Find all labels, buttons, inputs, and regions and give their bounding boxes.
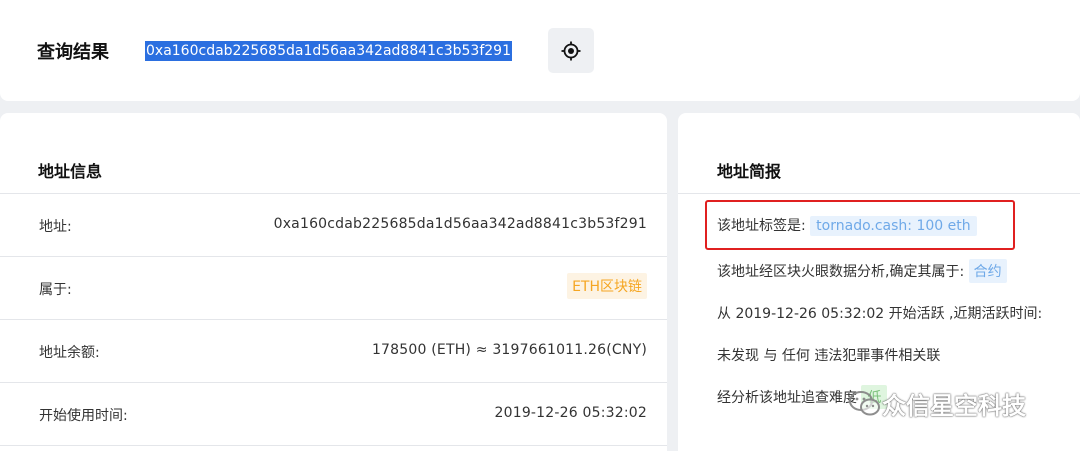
info-row-first-used: 开始使用时间: 2019-12-26 05:32:02 [0, 383, 667, 446]
brief-crime-line: 未发现 与 任何 违法犯罪事件相关联 [717, 348, 941, 364]
row-value: 2019-12-26 05:32:02 [494, 405, 647, 421]
divider [678, 193, 1080, 194]
address-brief-title: 地址简报 [717, 162, 782, 181]
page-title: 查询结果 [37, 42, 109, 63]
query-header: 查询结果 0xa160cdab225685da1d56aa342ad8841c3… [0, 0, 1080, 101]
locate-button[interactable] [548, 28, 594, 73]
brief-label: 经分析该地址追查难度 [717, 390, 857, 406]
watermark-text: 众信星空科技 [882, 392, 1026, 420]
watermark: 众信星空科技 [848, 386, 1026, 421]
chain-badge: ETH区块链 [567, 273, 647, 299]
brief-activity-line: 从 2019-12-26 05:32:02 开始活跃 ,近期活跃时间: [717, 306, 1043, 322]
contract-tag: 合约 [968, 259, 1007, 283]
address-info-panel: 地址信息 地址: 0xa160cdab225685da1d56aa342ad88… [0, 113, 667, 451]
row-value: 178500 (ETH) ≈ 3197661011.26(CNY) [371, 342, 647, 358]
brief-label: 该地址经区块火眼数据分析,确定其属于: [717, 264, 965, 280]
row-value[interactable]: 0xa160cdab225685da1d56aa342ad8841c3b53f2… [274, 216, 647, 232]
crosshair-icon [561, 41, 581, 60]
address-info-title: 地址信息 [38, 162, 103, 181]
brief-owner-line: 该地址经区块火眼数据分析,确定其属于: 合约 [717, 259, 1007, 283]
row-label: 地址: [39, 219, 72, 235]
wechat-icon [849, 390, 880, 415]
info-row-balance: 地址余额: 178500 (ETH) ≈ 3197661011.26(CNY) [0, 320, 667, 383]
info-row-chain: 属于: ETH区块链 [0, 257, 667, 320]
highlight-box [705, 200, 1015, 250]
row-label: 属于: [39, 282, 72, 298]
row-label: 开始使用时间: [39, 408, 128, 424]
queried-address[interactable]: 0xa160cdab225685da1d56aa342ad8841c3b53f2… [145, 41, 512, 61]
row-label: 地址余额: [39, 345, 100, 361]
info-row-address: 地址: 0xa160cdab225685da1d56aa342ad8841c3b… [0, 194, 667, 257]
